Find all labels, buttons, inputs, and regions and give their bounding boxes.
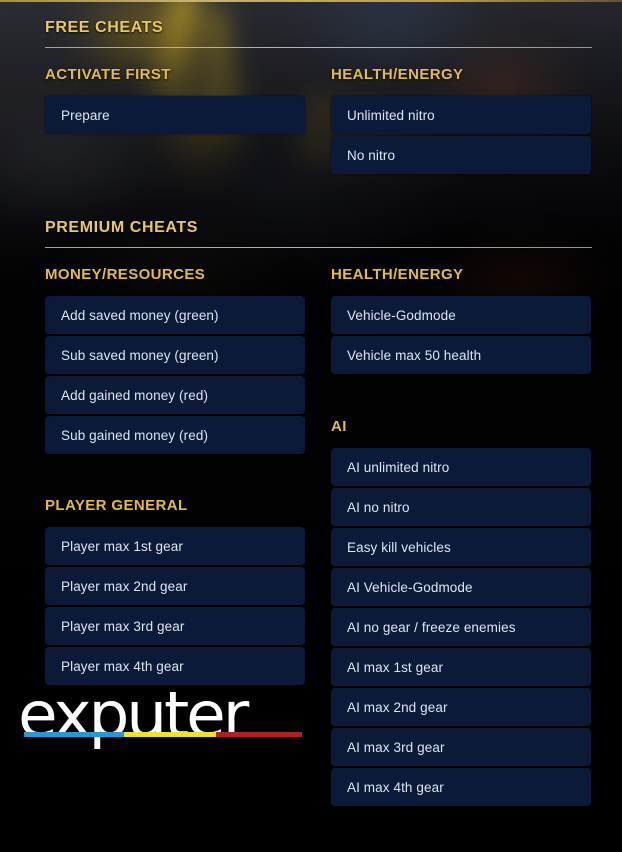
cheat-item[interactable]: Sub gained money (red) [45, 416, 305, 454]
group-title-health-energy-free: HEALTH/ENERGY [331, 66, 464, 83]
cheat-item[interactable]: Player max 1st gear [45, 527, 305, 565]
cheat-item[interactable]: No nitro [331, 136, 591, 174]
cheat-item[interactable]: Add gained money (red) [45, 376, 305, 414]
pill-list-activate-first: Prepare [45, 96, 305, 134]
top-accent-rule [0, 0, 622, 2]
cheat-item[interactable]: Vehicle-Godmode [331, 296, 591, 334]
section-title-premium-cheats: PREMIUM CHEATS [45, 219, 198, 236]
pill-list-health-energy-free: Unlimited nitro No nitro [331, 96, 591, 174]
cheat-item[interactable]: Vehicle max 50 health [331, 336, 591, 374]
cheat-item[interactable]: Sub saved money (green) [45, 336, 305, 374]
logo-bar-blue [24, 731, 125, 737]
group-title-player-general: PLAYER GENERAL [45, 497, 188, 514]
group-title-activate-first: ACTIVATE FIRST [45, 66, 171, 83]
cheat-item[interactable]: AI max 2nd gear [331, 688, 591, 726]
cheat-item[interactable]: Player max 3rd gear [45, 607, 305, 645]
section-premium-cheats: PREMIUM CHEATS [45, 220, 592, 248]
group-money-resources: MONEY/RESOURCES Add saved money (green) … [45, 267, 305, 454]
cheat-item[interactable]: AI max 3rd gear [331, 728, 591, 766]
group-health-energy-premium: HEALTH/ENERGY Vehicle-Godmode Vehicle ma… [331, 267, 591, 374]
cheat-item[interactable]: AI Vehicle-Godmode [331, 568, 591, 606]
cheat-table-page: FREE CHEATS ACTIVATE FIRST Prepare HEALT… [0, 0, 622, 852]
pill-list-money-resources: Add saved money (green) Sub saved money … [45, 296, 305, 454]
pill-list-ai: AI unlimited nitro AI no nitro Easy kill… [331, 448, 591, 806]
section-divider [45, 47, 592, 48]
cheat-item[interactable]: AI no nitro [331, 488, 591, 526]
cheat-item[interactable]: Prepare [45, 96, 305, 134]
cheat-item[interactable]: Easy kill vehicles [331, 528, 591, 566]
group-health-energy-free: HEALTH/ENERGY Unlimited nitro No nitro [331, 67, 591, 174]
group-ai: AI AI unlimited nitro AI no nitro Easy k… [331, 419, 591, 806]
group-title-money-resources: MONEY/RESOURCES [45, 266, 206, 283]
cheat-item[interactable]: Add saved money (green) [45, 296, 305, 334]
cheat-item[interactable]: AI no gear / freeze enemies [331, 608, 591, 646]
cheat-item[interactable]: AI unlimited nitro [331, 448, 591, 486]
free-cheats-right-column: HEALTH/ENERGY Unlimited nitro No nitro [331, 67, 591, 176]
cheat-item[interactable]: Unlimited nitro [331, 96, 591, 134]
free-cheats-left-column: ACTIVATE FIRST Prepare [45, 67, 305, 136]
cheat-item[interactable]: Player max 2nd gear [45, 567, 305, 605]
section-divider [45, 247, 592, 248]
premium-left-column: MONEY/RESOURCES Add saved money (green) … [45, 267, 305, 687]
group-title-ai: AI [331, 418, 347, 435]
cheat-item[interactable]: AI max 4th gear [331, 768, 591, 806]
cheat-item[interactable]: AI max 1st gear [331, 648, 591, 686]
group-activate-first: ACTIVATE FIRST Prepare [45, 67, 305, 134]
exputer-logo: exputer [18, 684, 318, 745]
premium-right-column: HEALTH/ENERGY Vehicle-Godmode Vehicle ma… [331, 267, 591, 808]
logo-bar-red [215, 731, 302, 737]
group-title-health-energy-premium: HEALTH/ENERGY [331, 266, 464, 283]
group-player-general: PLAYER GENERAL Player max 1st gear Playe… [45, 498, 305, 685]
pill-list-player-general: Player max 1st gear Player max 2nd gear … [45, 527, 305, 685]
logo-bar-yellow [124, 731, 216, 737]
logo-color-bar [24, 731, 302, 737]
pill-list-health-energy-premium: Vehicle-Godmode Vehicle max 50 health [331, 296, 591, 374]
section-free-cheats: FREE CHEATS [45, 20, 592, 48]
section-title-free-cheats: FREE CHEATS [45, 19, 164, 36]
